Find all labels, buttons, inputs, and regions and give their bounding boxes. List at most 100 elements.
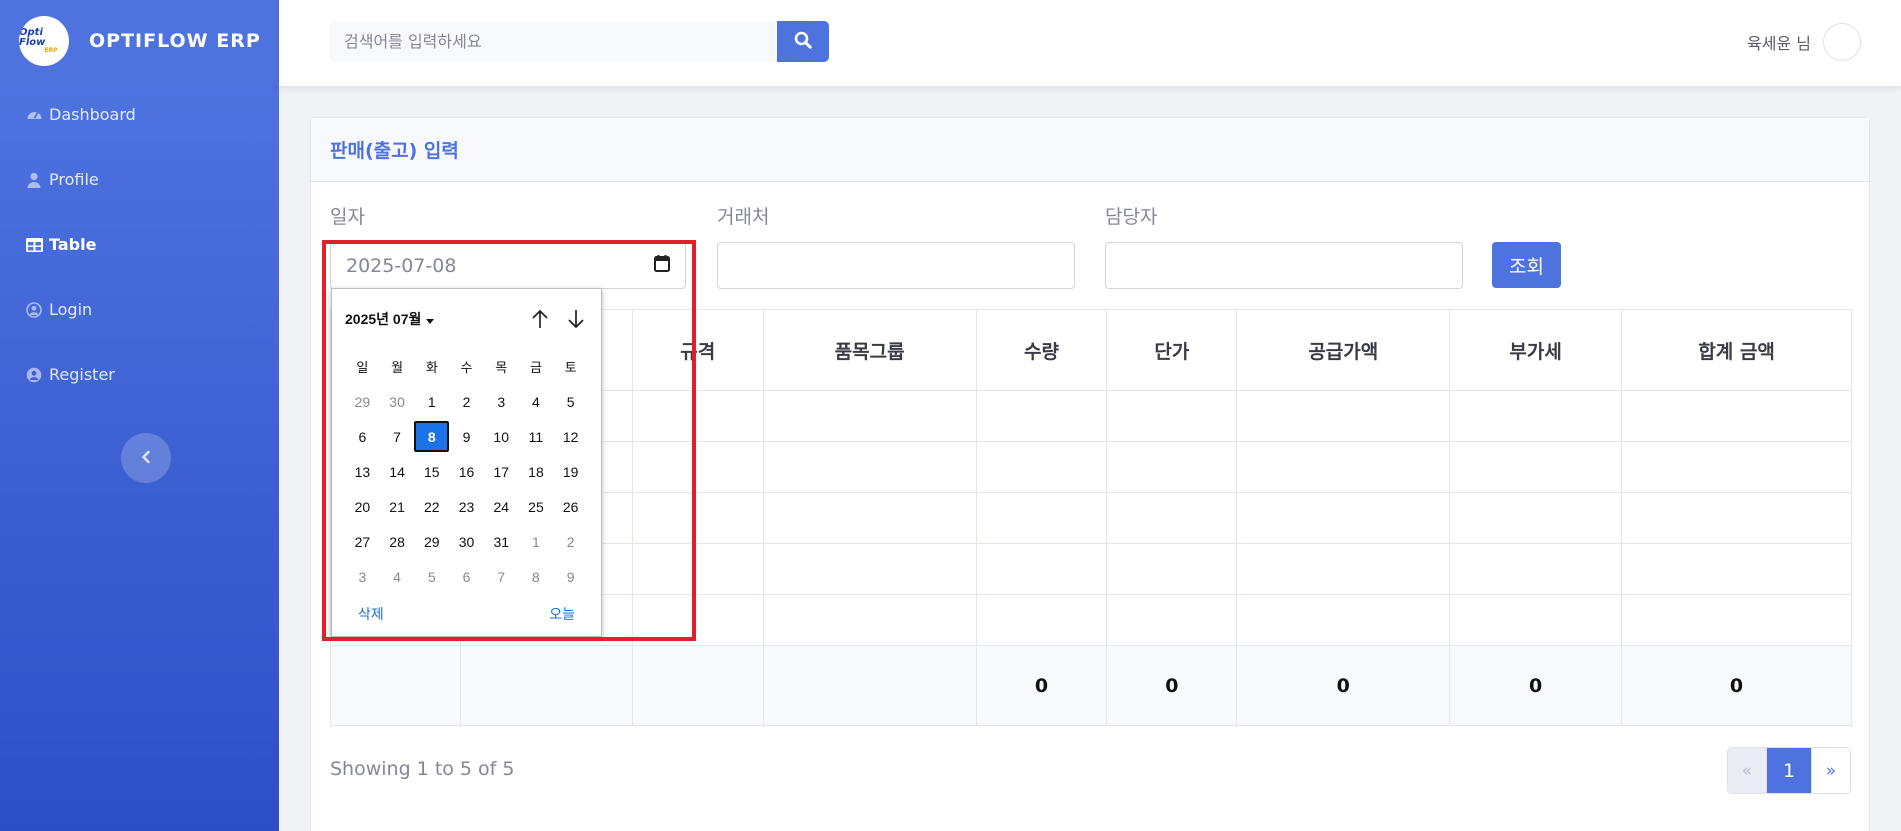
- calendar-day[interactable]: 10: [484, 421, 519, 452]
- total-unit-price: 0: [1106, 645, 1238, 726]
- table-icon: [25, 237, 43, 253]
- calendar-day[interactable]: 30: [380, 386, 415, 417]
- search-button[interactable]: [777, 21, 829, 62]
- calendar-day[interactable]: 2: [449, 386, 484, 417]
- calendar-day[interactable]: 11: [519, 421, 554, 452]
- total-cell: [330, 645, 461, 726]
- selected-day[interactable]: 8: [414, 421, 450, 452]
- calendar-day[interactable]: 30: [449, 526, 484, 557]
- calendar-day[interactable]: 22: [414, 491, 449, 522]
- calendar-day[interactable]: 17: [484, 456, 519, 487]
- calendar-day[interactable]: 15: [414, 456, 449, 487]
- today-button[interactable]: 오늘: [549, 604, 575, 624]
- calendar-day[interactable]: 28: [380, 526, 415, 557]
- calendar-day[interactable]: 31: [484, 526, 519, 557]
- total-cell: [459, 645, 633, 726]
- calendar-day[interactable]: 14: [380, 456, 415, 487]
- pagination-page[interactable]: 1: [1767, 748, 1811, 793]
- week-row: 3456789: [345, 559, 588, 594]
- calendar-day[interactable]: 4: [519, 386, 554, 417]
- arrow-up-icon[interactable]: [529, 308, 551, 330]
- brand[interactable]: Opti Flow ERP OPTIFLOW ERP: [0, 0, 279, 82]
- weekday-label: 일: [356, 360, 369, 375]
- calendar-day[interactable]: 6: [345, 421, 380, 452]
- calendar-day[interactable]: 7: [484, 561, 519, 592]
- date-label: 일자: [330, 206, 365, 228]
- calendar-day[interactable]: 1: [519, 526, 554, 557]
- calendar-icon[interactable]: [654, 254, 670, 277]
- calendar-day[interactable]: 27: [345, 526, 380, 557]
- weekday-label: 목: [495, 360, 508, 375]
- calendar-day[interactable]: 12: [553, 421, 588, 452]
- sidebar-item-register[interactable]: Register: [0, 342, 279, 407]
- manager-field[interactable]: [1105, 242, 1463, 289]
- user-icon: [25, 172, 43, 188]
- avatar[interactable]: [1823, 23, 1861, 61]
- calendar-day[interactable]: 4: [380, 561, 415, 592]
- calendar-day[interactable]: 1: [414, 386, 449, 417]
- calendar-day[interactable]: 7: [380, 421, 415, 452]
- calendar-day[interactable]: 29: [414, 526, 449, 557]
- sidebar-item-label: Table: [49, 235, 97, 254]
- sidebar-item-login[interactable]: Login: [0, 277, 279, 342]
- week-row: 29 30 1 2 3 4 5: [345, 384, 588, 419]
- pagination-next[interactable]: »: [1811, 748, 1850, 793]
- gauge-icon: [25, 107, 43, 123]
- calendar-day[interactable]: 21: [380, 491, 415, 522]
- sidebar-item-dashboard[interactable]: Dashboard: [0, 82, 279, 147]
- date-input[interactable]: 2025-07-08: [330, 242, 686, 289]
- showing-entries: Showing 1 to 5 of 5: [330, 758, 515, 780]
- calendar-day[interactable]: 19: [553, 456, 588, 487]
- weekday-label: 수: [460, 360, 473, 375]
- week-row: 13 14 15 16 17 18 19: [345, 454, 588, 489]
- sidebar-item-label: Dashboard: [49, 105, 136, 124]
- sidebar-item-label: Login: [49, 300, 93, 319]
- calendar-day[interactable]: 6: [449, 561, 484, 592]
- calendar-day[interactable]: 13: [345, 456, 380, 487]
- user-name: 육세윤 님: [1747, 34, 1811, 53]
- date-picker-grid: 일 월 화 수 목 금 토 29 30 1 2 3 4 5 6 7 8 9 10 11 12 13 14 15 16 17 18 19…: [332, 349, 601, 594]
- total-cell: [631, 645, 764, 726]
- user-menu[interactable]: 육세윤 님: [1747, 23, 1861, 61]
- pagination-prev[interactable]: «: [1728, 748, 1767, 793]
- calendar-day[interactable]: 2: [553, 526, 588, 557]
- weekday-label: 월: [391, 360, 404, 375]
- calendar-day[interactable]: 9: [449, 421, 484, 452]
- calendar-day[interactable]: 9: [553, 561, 588, 592]
- logo-text-bottom: ERP: [44, 47, 58, 54]
- sidebar-toggle-button[interactable]: [121, 433, 171, 483]
- sidebar-item-table[interactable]: Table: [0, 212, 279, 277]
- calendar-day[interactable]: 5: [414, 561, 449, 592]
- calendar-day[interactable]: 23: [449, 491, 484, 522]
- calendar-day[interactable]: 5: [553, 386, 588, 417]
- caret-down-icon: [426, 311, 435, 327]
- query-button[interactable]: 조회: [1492, 242, 1561, 288]
- brand-logo: Opti Flow ERP: [19, 16, 69, 66]
- arrow-down-icon[interactable]: [565, 308, 587, 330]
- column-header: 공급가액: [1236, 309, 1451, 391]
- calendar-day[interactable]: 18: [519, 456, 554, 487]
- date-picker-popup: 2025년 07월 일 월 화 수 목 금 토 29 30 1 2 3 4 5 6 7 8 9 10 11 12 13 14…: [331, 288, 602, 637]
- clear-date-button[interactable]: 삭제: [358, 604, 384, 624]
- week-row: 20 21 22 23 24 25 26: [345, 489, 588, 524]
- calendar-day[interactable]: 24: [484, 491, 519, 522]
- calendar-day[interactable]: 29: [345, 386, 380, 417]
- sidebar-item-profile[interactable]: Profile: [0, 147, 279, 212]
- calendar-day[interactable]: 20: [345, 491, 380, 522]
- calendar-day[interactable]: 3: [484, 386, 519, 417]
- calendar-day[interactable]: 26: [553, 491, 588, 522]
- week-row: 6 7 8 9 10 11 12: [345, 419, 588, 454]
- month-selector[interactable]: 2025년 07월: [345, 309, 435, 329]
- calendar-day[interactable]: 3: [345, 561, 380, 592]
- search-input[interactable]: [329, 21, 777, 62]
- weekday-label: 토: [564, 360, 577, 375]
- calendar-day[interactable]: 8: [519, 561, 554, 592]
- client-field[interactable]: [717, 242, 1075, 289]
- date-picker-footer: 삭제 오늘: [332, 594, 601, 624]
- total-cell: [762, 645, 977, 726]
- date-picker-header: 2025년 07월: [332, 289, 601, 349]
- logo-text-top: Opti Flow: [19, 27, 46, 48]
- calendar-day[interactable]: 16: [449, 456, 484, 487]
- calendar-day[interactable]: 25: [519, 491, 554, 522]
- total-quantity: 0: [975, 645, 1108, 726]
